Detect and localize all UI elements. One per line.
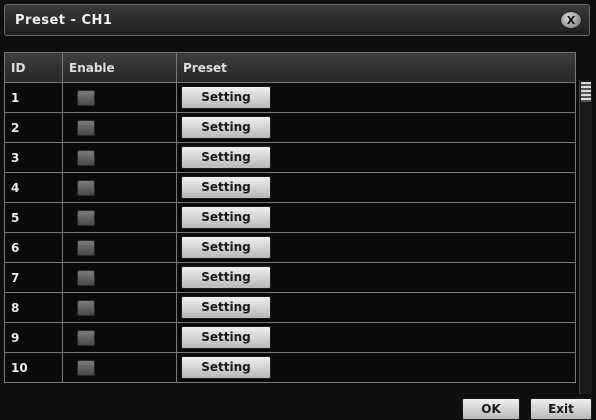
preset-cell: Setting bbox=[176, 322, 576, 353]
table-row: 3 Setting bbox=[4, 142, 576, 173]
setting-button[interactable]: Setting bbox=[181, 236, 271, 259]
preset-id: 7 bbox=[4, 262, 63, 293]
preset-cell: Setting bbox=[176, 172, 576, 203]
setting-button[interactable]: Setting bbox=[181, 146, 271, 169]
enable-cell bbox=[62, 172, 177, 203]
preset-cell: Setting bbox=[176, 142, 576, 173]
table-row: 2 Setting bbox=[4, 112, 576, 143]
table-row: 7 Setting bbox=[4, 262, 576, 293]
close-button[interactable]: X bbox=[560, 11, 582, 29]
table-row: 6 Setting bbox=[4, 232, 576, 263]
enable-checkbox[interactable] bbox=[77, 89, 95, 106]
header-enable: Enable bbox=[62, 52, 177, 83]
preset-id: 3 bbox=[4, 142, 63, 173]
preset-cell: Setting bbox=[176, 232, 576, 263]
enable-checkbox[interactable] bbox=[77, 359, 95, 376]
enable-checkbox[interactable] bbox=[77, 239, 95, 256]
enable-checkbox[interactable] bbox=[77, 329, 95, 346]
setting-button[interactable]: Setting bbox=[181, 356, 271, 379]
enable-cell bbox=[62, 82, 177, 113]
scrollbar[interactable] bbox=[579, 80, 592, 394]
setting-button[interactable]: Setting bbox=[181, 296, 271, 319]
preset-id: 4 bbox=[4, 172, 63, 203]
table-row: 10 Setting bbox=[4, 352, 576, 383]
table-row: 8 Setting bbox=[4, 292, 576, 323]
preset-cell: Setting bbox=[176, 352, 576, 383]
setting-button[interactable]: Setting bbox=[181, 326, 271, 349]
enable-checkbox[interactable] bbox=[77, 299, 95, 316]
enable-cell bbox=[62, 292, 177, 323]
title-bar: Preset - CH1 X bbox=[4, 4, 590, 36]
preset-id: 9 bbox=[4, 322, 63, 353]
preset-cell: Setting bbox=[176, 202, 576, 233]
enable-checkbox[interactable] bbox=[77, 269, 95, 286]
preset-id: 10 bbox=[4, 352, 63, 383]
enable-cell bbox=[62, 202, 177, 233]
enable-cell bbox=[62, 352, 177, 383]
preset-id: 8 bbox=[4, 292, 63, 323]
scrollbar-thumb[interactable] bbox=[581, 82, 591, 102]
enable-cell bbox=[62, 322, 177, 353]
table-row: 9 Setting bbox=[4, 322, 576, 353]
preset-id: 1 bbox=[4, 82, 63, 113]
enable-checkbox[interactable] bbox=[77, 209, 95, 226]
preset-table: ID Enable Preset 1 Setting 2 Setting 3 Settin… bbox=[4, 52, 576, 394]
enable-checkbox[interactable] bbox=[77, 119, 95, 136]
preset-id: 2 bbox=[4, 112, 63, 143]
header-id: ID bbox=[4, 52, 63, 83]
preset-id: 5 bbox=[4, 202, 63, 233]
table-header-row: ID Enable Preset bbox=[4, 52, 576, 83]
setting-button[interactable]: Setting bbox=[181, 86, 271, 109]
setting-button[interactable]: Setting bbox=[181, 116, 271, 139]
setting-button[interactable]: Setting bbox=[181, 176, 271, 199]
enable-cell bbox=[62, 142, 177, 173]
exit-button[interactable]: Exit bbox=[530, 398, 592, 420]
preset-id: 6 bbox=[4, 232, 63, 263]
close-icon: X bbox=[566, 13, 576, 27]
enable-checkbox[interactable] bbox=[77, 179, 95, 196]
table-row: 4 Setting bbox=[4, 172, 576, 203]
enable-cell bbox=[62, 112, 177, 143]
preset-cell: Setting bbox=[176, 112, 576, 143]
setting-button[interactable]: Setting bbox=[181, 266, 271, 289]
preset-cell: Setting bbox=[176, 82, 576, 113]
preset-cell: Setting bbox=[176, 262, 576, 293]
table-row: 1 Setting bbox=[4, 82, 576, 113]
window-title: Preset - CH1 bbox=[15, 13, 113, 28]
enable-cell bbox=[62, 262, 177, 293]
table-row: 5 Setting bbox=[4, 202, 576, 233]
setting-button[interactable]: Setting bbox=[181, 206, 271, 229]
header-preset: Preset bbox=[176, 52, 576, 83]
preset-cell: Setting bbox=[176, 292, 576, 323]
enable-checkbox[interactable] bbox=[77, 149, 95, 166]
enable-cell bbox=[62, 232, 177, 263]
ok-button[interactable]: OK bbox=[462, 398, 520, 420]
